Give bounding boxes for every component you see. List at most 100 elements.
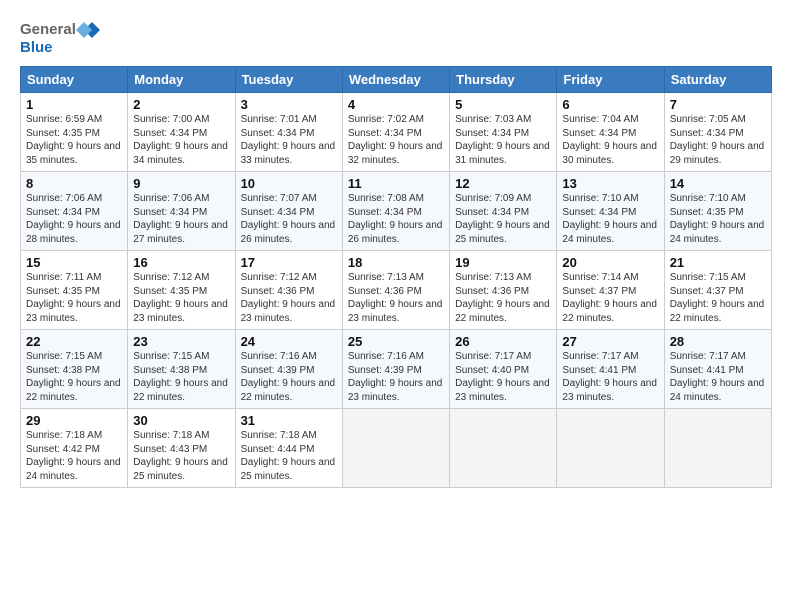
calendar-cell: 28 Sunrise: 7:17 AMSunset: 4:41 PMDaylig… bbox=[664, 330, 771, 409]
calendar-cell bbox=[342, 409, 449, 488]
cell-info: Sunrise: 7:06 AMSunset: 4:34 PMDaylight:… bbox=[26, 193, 121, 245]
day-number: 8 bbox=[26, 176, 122, 191]
calendar-cell: 8 Sunrise: 7:06 AMSunset: 4:34 PMDayligh… bbox=[21, 172, 128, 251]
cell-info: Sunrise: 7:16 AMSunset: 4:39 PMDaylight:… bbox=[241, 351, 336, 403]
calendar-week-5: 29 Sunrise: 7:18 AMSunset: 4:42 PMDaylig… bbox=[21, 409, 772, 488]
calendar-cell: 30 Sunrise: 7:18 AMSunset: 4:43 PMDaylig… bbox=[128, 409, 235, 488]
calendar-cell: 3 Sunrise: 7:01 AMSunset: 4:34 PMDayligh… bbox=[235, 93, 342, 172]
day-number: 25 bbox=[348, 334, 444, 349]
calendar-cell: 27 Sunrise: 7:17 AMSunset: 4:41 PMDaylig… bbox=[557, 330, 664, 409]
day-number: 23 bbox=[133, 334, 229, 349]
cell-info: Sunrise: 7:10 AMSunset: 4:35 PMDaylight:… bbox=[670, 193, 765, 245]
logo: General Blue bbox=[20, 16, 100, 58]
calendar-cell: 23 Sunrise: 7:15 AMSunset: 4:38 PMDaylig… bbox=[128, 330, 235, 409]
calendar-cell: 10 Sunrise: 7:07 AMSunset: 4:34 PMDaylig… bbox=[235, 172, 342, 251]
svg-text:Blue: Blue bbox=[20, 39, 53, 56]
cell-info: Sunrise: 7:02 AMSunset: 4:34 PMDaylight:… bbox=[348, 114, 443, 166]
header: General Blue bbox=[20, 16, 772, 58]
cell-info: Sunrise: 7:07 AMSunset: 4:34 PMDaylight:… bbox=[241, 193, 336, 245]
day-number: 7 bbox=[670, 97, 766, 112]
calendar-cell: 5 Sunrise: 7:03 AMSunset: 4:34 PMDayligh… bbox=[450, 93, 557, 172]
cell-info: Sunrise: 7:18 AMSunset: 4:43 PMDaylight:… bbox=[133, 430, 228, 482]
calendar-header-row: SundayMondayTuesdayWednesdayThursdayFrid… bbox=[21, 67, 772, 93]
calendar-cell: 6 Sunrise: 7:04 AMSunset: 4:34 PMDayligh… bbox=[557, 93, 664, 172]
day-number: 28 bbox=[670, 334, 766, 349]
cell-info: Sunrise: 7:00 AMSunset: 4:34 PMDaylight:… bbox=[133, 114, 228, 166]
day-number: 19 bbox=[455, 255, 551, 270]
day-number: 18 bbox=[348, 255, 444, 270]
calendar-header-tuesday: Tuesday bbox=[235, 67, 342, 93]
day-number: 9 bbox=[133, 176, 229, 191]
cell-info: Sunrise: 7:10 AMSunset: 4:34 PMDaylight:… bbox=[562, 193, 657, 245]
cell-info: Sunrise: 7:08 AMSunset: 4:34 PMDaylight:… bbox=[348, 193, 443, 245]
cell-info: Sunrise: 7:16 AMSunset: 4:39 PMDaylight:… bbox=[348, 351, 443, 403]
calendar-header-sunday: Sunday bbox=[21, 67, 128, 93]
page: General Blue SundayMondayTuesdayWednesda… bbox=[0, 0, 792, 612]
day-number: 24 bbox=[241, 334, 337, 349]
calendar-cell: 7 Sunrise: 7:05 AMSunset: 4:34 PMDayligh… bbox=[664, 93, 771, 172]
calendar-cell: 24 Sunrise: 7:16 AMSunset: 4:39 PMDaylig… bbox=[235, 330, 342, 409]
calendar-cell: 20 Sunrise: 7:14 AMSunset: 4:37 PMDaylig… bbox=[557, 251, 664, 330]
cell-info: Sunrise: 7:09 AMSunset: 4:34 PMDaylight:… bbox=[455, 193, 550, 245]
calendar-header-monday: Monday bbox=[128, 67, 235, 93]
calendar-cell: 26 Sunrise: 7:17 AMSunset: 4:40 PMDaylig… bbox=[450, 330, 557, 409]
calendar-cell: 11 Sunrise: 7:08 AMSunset: 4:34 PMDaylig… bbox=[342, 172, 449, 251]
calendar-cell: 14 Sunrise: 7:10 AMSunset: 4:35 PMDaylig… bbox=[664, 172, 771, 251]
calendar-cell: 22 Sunrise: 7:15 AMSunset: 4:38 PMDaylig… bbox=[21, 330, 128, 409]
day-number: 21 bbox=[670, 255, 766, 270]
cell-info: Sunrise: 7:12 AMSunset: 4:36 PMDaylight:… bbox=[241, 272, 336, 324]
day-number: 4 bbox=[348, 97, 444, 112]
cell-info: Sunrise: 7:15 AMSunset: 4:37 PMDaylight:… bbox=[670, 272, 765, 324]
cell-info: Sunrise: 6:59 AMSunset: 4:35 PMDaylight:… bbox=[26, 114, 121, 166]
cell-info: Sunrise: 7:17 AMSunset: 4:41 PMDaylight:… bbox=[670, 351, 765, 403]
calendar-header-saturday: Saturday bbox=[664, 67, 771, 93]
calendar-week-3: 15 Sunrise: 7:11 AMSunset: 4:35 PMDaylig… bbox=[21, 251, 772, 330]
calendar-cell bbox=[664, 409, 771, 488]
calendar-cell: 17 Sunrise: 7:12 AMSunset: 4:36 PMDaylig… bbox=[235, 251, 342, 330]
calendar-cell: 19 Sunrise: 7:13 AMSunset: 4:36 PMDaylig… bbox=[450, 251, 557, 330]
cell-info: Sunrise: 7:01 AMSunset: 4:34 PMDaylight:… bbox=[241, 114, 336, 166]
cell-info: Sunrise: 7:18 AMSunset: 4:44 PMDaylight:… bbox=[241, 430, 336, 482]
calendar-week-2: 8 Sunrise: 7:06 AMSunset: 4:34 PMDayligh… bbox=[21, 172, 772, 251]
calendar-cell: 25 Sunrise: 7:16 AMSunset: 4:39 PMDaylig… bbox=[342, 330, 449, 409]
day-number: 3 bbox=[241, 97, 337, 112]
cell-info: Sunrise: 7:04 AMSunset: 4:34 PMDaylight:… bbox=[562, 114, 657, 166]
calendar-cell bbox=[450, 409, 557, 488]
cell-info: Sunrise: 7:15 AMSunset: 4:38 PMDaylight:… bbox=[26, 351, 121, 403]
calendar-cell: 29 Sunrise: 7:18 AMSunset: 4:42 PMDaylig… bbox=[21, 409, 128, 488]
day-number: 10 bbox=[241, 176, 337, 191]
svg-text:General: General bbox=[20, 21, 76, 38]
calendar-cell: 1 Sunrise: 6:59 AMSunset: 4:35 PMDayligh… bbox=[21, 93, 128, 172]
day-number: 15 bbox=[26, 255, 122, 270]
cell-info: Sunrise: 7:14 AMSunset: 4:37 PMDaylight:… bbox=[562, 272, 657, 324]
cell-info: Sunrise: 7:12 AMSunset: 4:35 PMDaylight:… bbox=[133, 272, 228, 324]
calendar-week-4: 22 Sunrise: 7:15 AMSunset: 4:38 PMDaylig… bbox=[21, 330, 772, 409]
day-number: 11 bbox=[348, 176, 444, 191]
cell-info: Sunrise: 7:18 AMSunset: 4:42 PMDaylight:… bbox=[26, 430, 121, 482]
day-number: 5 bbox=[455, 97, 551, 112]
day-number: 14 bbox=[670, 176, 766, 191]
cell-info: Sunrise: 7:17 AMSunset: 4:40 PMDaylight:… bbox=[455, 351, 550, 403]
day-number: 2 bbox=[133, 97, 229, 112]
calendar-cell: 9 Sunrise: 7:06 AMSunset: 4:34 PMDayligh… bbox=[128, 172, 235, 251]
calendar-cell: 2 Sunrise: 7:00 AMSunset: 4:34 PMDayligh… bbox=[128, 93, 235, 172]
cell-info: Sunrise: 7:05 AMSunset: 4:34 PMDaylight:… bbox=[670, 114, 765, 166]
day-number: 29 bbox=[26, 413, 122, 428]
logo-svg: General Blue bbox=[20, 16, 100, 58]
day-number: 13 bbox=[562, 176, 658, 191]
day-number: 31 bbox=[241, 413, 337, 428]
cell-info: Sunrise: 7:13 AMSunset: 4:36 PMDaylight:… bbox=[455, 272, 550, 324]
calendar-cell: 12 Sunrise: 7:09 AMSunset: 4:34 PMDaylig… bbox=[450, 172, 557, 251]
calendar-cell: 31 Sunrise: 7:18 AMSunset: 4:44 PMDaylig… bbox=[235, 409, 342, 488]
day-number: 26 bbox=[455, 334, 551, 349]
calendar-cell bbox=[557, 409, 664, 488]
cell-info: Sunrise: 7:15 AMSunset: 4:38 PMDaylight:… bbox=[133, 351, 228, 403]
day-number: 22 bbox=[26, 334, 122, 349]
cell-info: Sunrise: 7:17 AMSunset: 4:41 PMDaylight:… bbox=[562, 351, 657, 403]
day-number: 17 bbox=[241, 255, 337, 270]
day-number: 20 bbox=[562, 255, 658, 270]
cell-info: Sunrise: 7:06 AMSunset: 4:34 PMDaylight:… bbox=[133, 193, 228, 245]
calendar-header-thursday: Thursday bbox=[450, 67, 557, 93]
day-number: 30 bbox=[133, 413, 229, 428]
calendar-cell: 18 Sunrise: 7:13 AMSunset: 4:36 PMDaylig… bbox=[342, 251, 449, 330]
